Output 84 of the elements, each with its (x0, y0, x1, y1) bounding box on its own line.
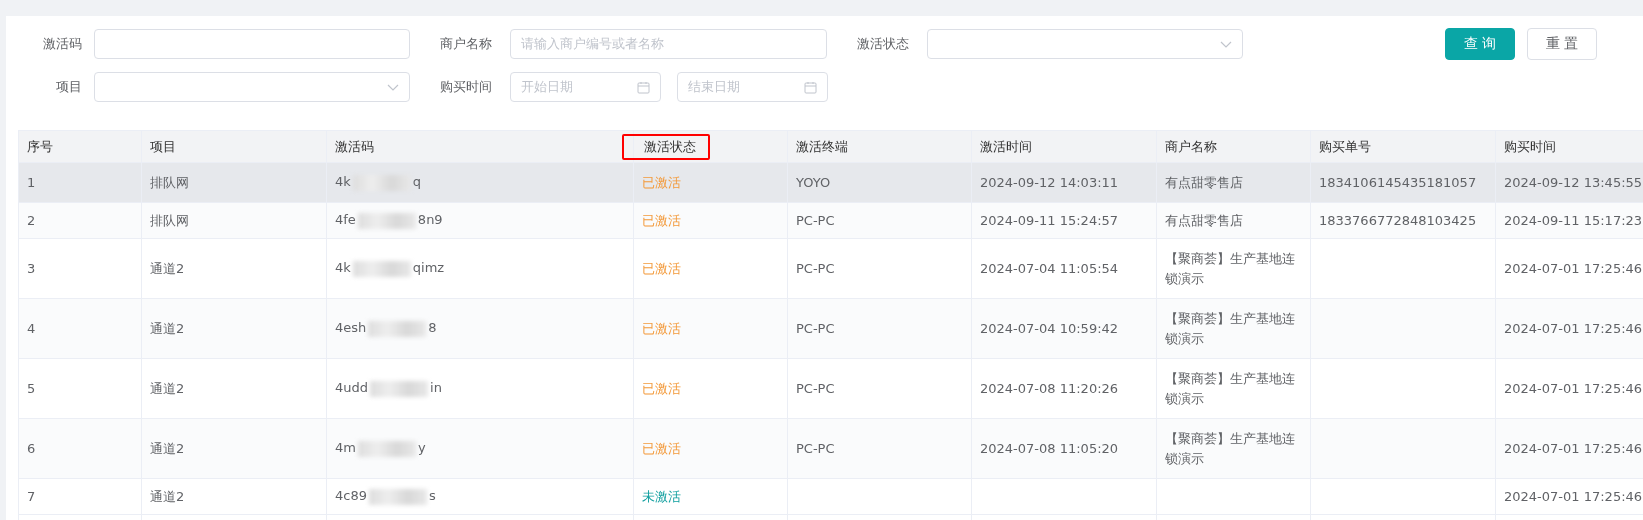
table-cell: 2024-07-08 11:05:20 (971, 418, 1157, 479)
table-cell: YOYO (787, 162, 972, 203)
filter-label: 激活码 (42, 35, 83, 53)
table-cell: 2024-09-12 13:45:55 (1495, 162, 1643, 203)
blurred-text (368, 488, 427, 505)
column-header: 购买时间 (1495, 130, 1643, 163)
select-field[interactable] (927, 29, 1243, 59)
status-text: 已激活 (633, 418, 788, 479)
input-field[interactable]: 请输入商户编号或者名称 (510, 29, 827, 59)
column-header: 项目 (141, 130, 327, 163)
calendar-icon (637, 80, 650, 94)
table-cell: 通道2 (141, 298, 327, 359)
table-cell: 3 (18, 238, 142, 299)
table-cell: 4esh 8 (326, 298, 634, 359)
table-cell: 有点甜零售店 (1156, 162, 1311, 203)
table-cell: 1833766772848103425 (1310, 202, 1496, 239)
table-cell: 通道2 (141, 358, 327, 419)
table-cell: PC-PC (787, 238, 972, 299)
table-cell: 排队网 (141, 202, 327, 239)
table-cell: 【聚商荟】生产基地连锁演示 (1156, 418, 1311, 479)
table-cell: 2024-07-04 11:05:54 (971, 238, 1157, 299)
filter-label: 商户名称 (439, 35, 493, 53)
table-cell: 2024-07-01 17:25:46 (1495, 418, 1643, 479)
date-field[interactable]: 结束日期 (677, 72, 828, 102)
table-cell: PC-PC (787, 418, 972, 479)
table-cell: 4k qimz (326, 238, 634, 299)
table-cell: 2 (18, 202, 142, 239)
column-header: 激活终端 (787, 130, 972, 163)
blurred-text (370, 380, 428, 397)
table-cell: 4fe 8n9 (326, 202, 634, 239)
table-cell: 5 (18, 358, 142, 419)
table-cell: 通道2 (141, 478, 327, 515)
status-text: 已激活 (633, 298, 788, 359)
blurred-text (368, 320, 427, 337)
table-cell: PC-PC (787, 298, 972, 359)
filter-label: 激活状态 (856, 35, 910, 53)
column-header: 激活码 (326, 130, 634, 163)
table-cell: PC-PC (787, 202, 972, 239)
table-cell: 【聚商荟】生产基地连锁演示 (1156, 238, 1311, 299)
blurred-text (357, 440, 416, 457)
status-text: 已激活 (633, 162, 788, 203)
column-header-highlight: 激活状态 (622, 133, 710, 160)
filter-label: 项目 (55, 78, 83, 96)
table-cell: 2024-07-04 10:59:42 (971, 298, 1157, 359)
date-field[interactable]: 开始日期 (510, 72, 661, 102)
table-cell: 1 (18, 162, 142, 203)
status-text: 未激活 (633, 478, 788, 515)
search-button[interactable]: 查询 (1445, 28, 1515, 60)
column-header: 激活时间 (971, 130, 1157, 163)
chevron-down-icon (387, 83, 399, 91)
table-cell: 4k q (326, 162, 634, 203)
status-text: 已激活 (633, 238, 788, 299)
table-cell: 7 (18, 478, 142, 515)
table-cell: 6 (18, 418, 142, 479)
table-cell: 2024-09-11 15:17:23 (1495, 202, 1643, 239)
select-field[interactable] (94, 72, 410, 102)
table-cell: PC-PC (787, 358, 972, 419)
table-cell: 4c89 s (326, 478, 634, 515)
table-cell: 【聚商荟】生产基地连锁演示 (1156, 358, 1311, 419)
table-cell: 4 (18, 298, 142, 359)
table-cell: 有点甜零售店 (1156, 202, 1311, 239)
chevron-down-icon (1220, 40, 1232, 48)
column-header: 序号 (18, 130, 142, 163)
table-cell: 2024-07-08 11:20:26 (971, 358, 1157, 419)
reset-button[interactable]: 重置 (1527, 28, 1597, 60)
blurred-text (357, 212, 416, 229)
blurred-text (352, 260, 411, 277)
calendar-icon (804, 80, 817, 94)
table-cell: 通道2 (141, 418, 327, 479)
status-text: 已激活 (633, 358, 788, 419)
table-cell: 【聚商荟】生产基地连锁演示 (1156, 298, 1311, 359)
table-cell: 4m y (326, 418, 634, 479)
table-cell: 2024-09-11 15:24:57 (971, 202, 1157, 239)
status-text: 已激活 (633, 202, 788, 239)
input-field[interactable] (94, 29, 410, 59)
table-cell: 2024-09-12 14:03:11 (971, 162, 1157, 203)
table-cell: 排队网 (141, 162, 327, 203)
table-cell: 1834106145435181057 (1310, 162, 1496, 203)
column-header: 商户名称 (1156, 130, 1311, 163)
table-cell: 4udd in (326, 358, 634, 419)
filter-label: 购买时间 (439, 78, 493, 96)
table-cell: 通道2 (141, 238, 327, 299)
table-cell: 2024-07-01 17:25:46 (1495, 298, 1643, 359)
column-header: 购买单号 (1310, 130, 1496, 163)
